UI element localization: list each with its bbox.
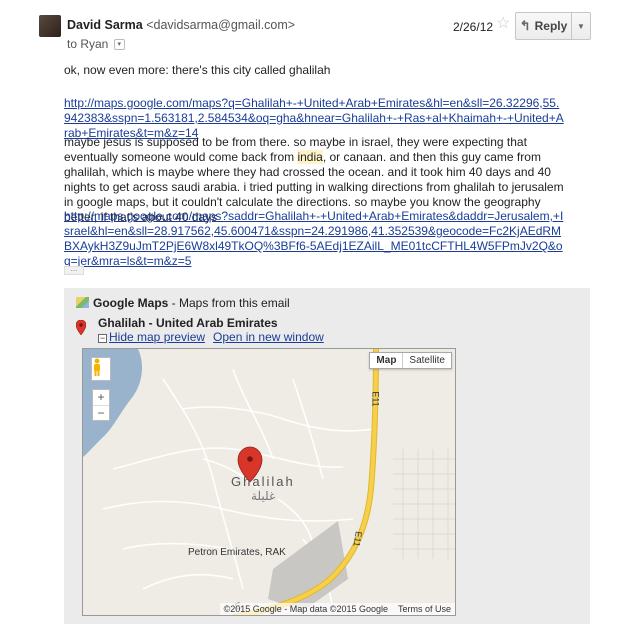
city-label: Ghalilah bbox=[231, 474, 295, 489]
reply-arrow-icon: ↰ bbox=[519, 18, 531, 33]
zoom-in-button[interactable]: + bbox=[93, 390, 109, 405]
reply-button-group: ↰ Reply ▼ bbox=[515, 12, 591, 40]
maps-preview-panel: Google Maps - Maps from this email Ghali… bbox=[64, 288, 590, 624]
chevron-down-icon: ▼ bbox=[577, 21, 585, 31]
show-trimmed-content-button[interactable]: ... bbox=[64, 265, 84, 275]
maps-link-ghalilah[interactable]: http://maps.google.com/maps?q=Ghalilah+-… bbox=[64, 96, 564, 140]
pegman-icon[interactable] bbox=[91, 357, 111, 381]
message-paragraph-1: ok, now even more: there's this city cal… bbox=[64, 63, 331, 77]
maps-brand: Google Maps bbox=[93, 296, 169, 310]
maps-link-directions[interactable]: http://maps.google.com/maps?saddr=Ghalil… bbox=[64, 209, 563, 268]
zoom-control: + − bbox=[92, 389, 110, 421]
poi-label: Petron Emirates, RAK bbox=[188, 547, 286, 558]
terms-of-use-link[interactable]: Terms of Use bbox=[398, 604, 451, 614]
more-actions-dropdown[interactable]: ▼ bbox=[572, 13, 590, 39]
highlighted-word[interactable]: india bbox=[297, 150, 323, 164]
sender-line: David Sarma <davidsarma@gmail.com> bbox=[67, 18, 295, 32]
map-links: − Hide map preview Open in new window bbox=[98, 330, 332, 344]
attribution-text: ©2015 Google - Map data ©2015 Google bbox=[223, 604, 388, 614]
maps-subtitle: - Maps from this email bbox=[168, 296, 290, 310]
map-type-map-button[interactable]: Map bbox=[370, 353, 404, 368]
reply-label: Reply bbox=[534, 19, 568, 33]
location-pin-icon bbox=[76, 320, 86, 335]
maps-panel-header: Google Maps - Maps from this email bbox=[76, 296, 290, 310]
place-title: Ghalilah - United Arab Emirates bbox=[98, 316, 278, 330]
recipient-label: to Ryan bbox=[67, 37, 109, 51]
star-icon[interactable]: ☆ bbox=[496, 16, 510, 32]
sender-name: David Sarma bbox=[67, 18, 143, 32]
message-date: 2/26/12 bbox=[453, 20, 494, 34]
zoom-out-button[interactable]: − bbox=[93, 405, 109, 420]
open-new-window-link[interactable]: Open in new window bbox=[213, 330, 324, 344]
collapse-icon[interactable]: − bbox=[98, 334, 107, 343]
city-label-arabic: غليلة bbox=[251, 489, 276, 503]
map-type-satellite-button[interactable]: Satellite bbox=[403, 353, 451, 368]
sender-email: <davidsarma@gmail.com> bbox=[146, 18, 296, 32]
map-type-control: Map Satellite bbox=[369, 352, 452, 369]
message-link-2-block: http://maps.google.com/maps?saddr=Ghalil… bbox=[64, 209, 564, 269]
sender-avatar bbox=[39, 15, 61, 37]
reply-button[interactable]: ↰ Reply bbox=[516, 13, 572, 39]
map-attribution: ©2015 Google - Map data ©2015 Google Term… bbox=[219, 603, 455, 615]
map-view[interactable]: + − Map Satellite Ghalilah غليلة Petron … bbox=[82, 348, 456, 616]
road-label-north: E11 bbox=[370, 391, 381, 407]
google-maps-icon bbox=[76, 297, 89, 308]
show-details-icon[interactable]: ▾ bbox=[113, 39, 125, 51]
recipient-line[interactable]: to Ryan ▾ bbox=[67, 37, 125, 51]
hide-map-preview-link[interactable]: Hide map preview bbox=[109, 330, 205, 344]
